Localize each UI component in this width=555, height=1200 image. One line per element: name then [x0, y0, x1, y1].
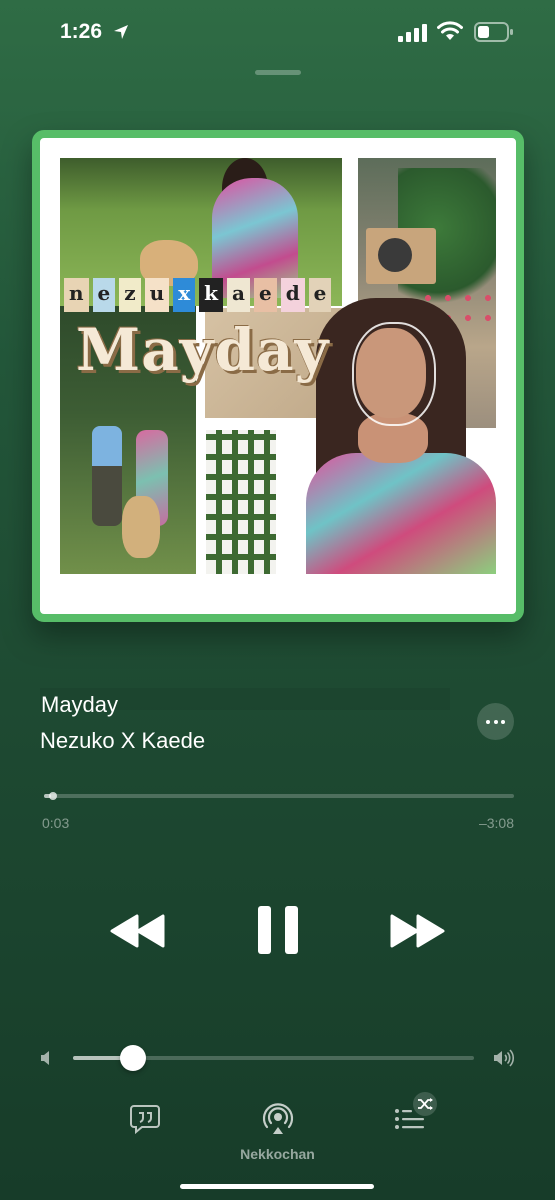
- sticker-letter: u: [144, 278, 170, 312]
- wifi-icon: [437, 21, 463, 40]
- sticker-letter: k: [199, 278, 223, 312]
- speaker-low-icon: [41, 1051, 49, 1065]
- cellular-signal-icon: [398, 24, 427, 42]
- rewind-icon[interactable]: [108, 912, 166, 950]
- sticker-letter: a: [226, 278, 250, 312]
- shuffle-badge[interactable]: [413, 1092, 437, 1116]
- volume-slider[interactable]: [73, 1045, 474, 1071]
- ellipsis-icon: [486, 720, 490, 724]
- sticker-letter: n: [64, 278, 89, 312]
- sticker-letter: e: [253, 278, 277, 312]
- location-arrow-icon: [114, 25, 128, 39]
- battery-icon: [474, 22, 513, 42]
- speaker-high-icon: [494, 1049, 514, 1067]
- scrubber-handle[interactable]: [49, 792, 58, 800]
- fast-forward-icon[interactable]: [389, 912, 447, 950]
- more-options-button[interactable]: [477, 703, 514, 740]
- album-artwork: n e z u x k a e d e Mayday: [32, 130, 524, 622]
- sticker-letter: d: [280, 278, 305, 312]
- playback-scrubber[interactable]: [44, 792, 514, 800]
- elapsed-time: 0:03: [42, 815, 70, 831]
- status-bar: 1:26: [0, 0, 555, 62]
- volume-handle[interactable]: [120, 1045, 147, 1071]
- pause-icon[interactable]: [256, 905, 300, 955]
- track-artist[interactable]: Nezuko X Kaede: [40, 728, 205, 754]
- remaining-time: –3:08: [478, 815, 514, 831]
- artwork-title-text: Mayday: [76, 316, 330, 384]
- lyrics-quote-icon[interactable]: [130, 1104, 160, 1134]
- status-time: 1:26: [60, 20, 103, 43]
- sticker-letter: z: [119, 278, 141, 312]
- shuffle-icon: [418, 1098, 433, 1110]
- sticker-letter: x: [173, 278, 196, 312]
- sheet-grabber[interactable]: [255, 70, 301, 75]
- airplay-audio-icon[interactable]: [262, 1103, 294, 1135]
- output-device-label: Nekkochan: [240, 1146, 315, 1162]
- track-title[interactable]: Mayday: [41, 692, 118, 718]
- artwork-sticker-letters: n e z u x k a e d e: [64, 278, 332, 312]
- sticker-letter: e: [308, 278, 332, 312]
- sticker-letter: e: [92, 278, 116, 312]
- home-indicator[interactable]: [180, 1184, 374, 1189]
